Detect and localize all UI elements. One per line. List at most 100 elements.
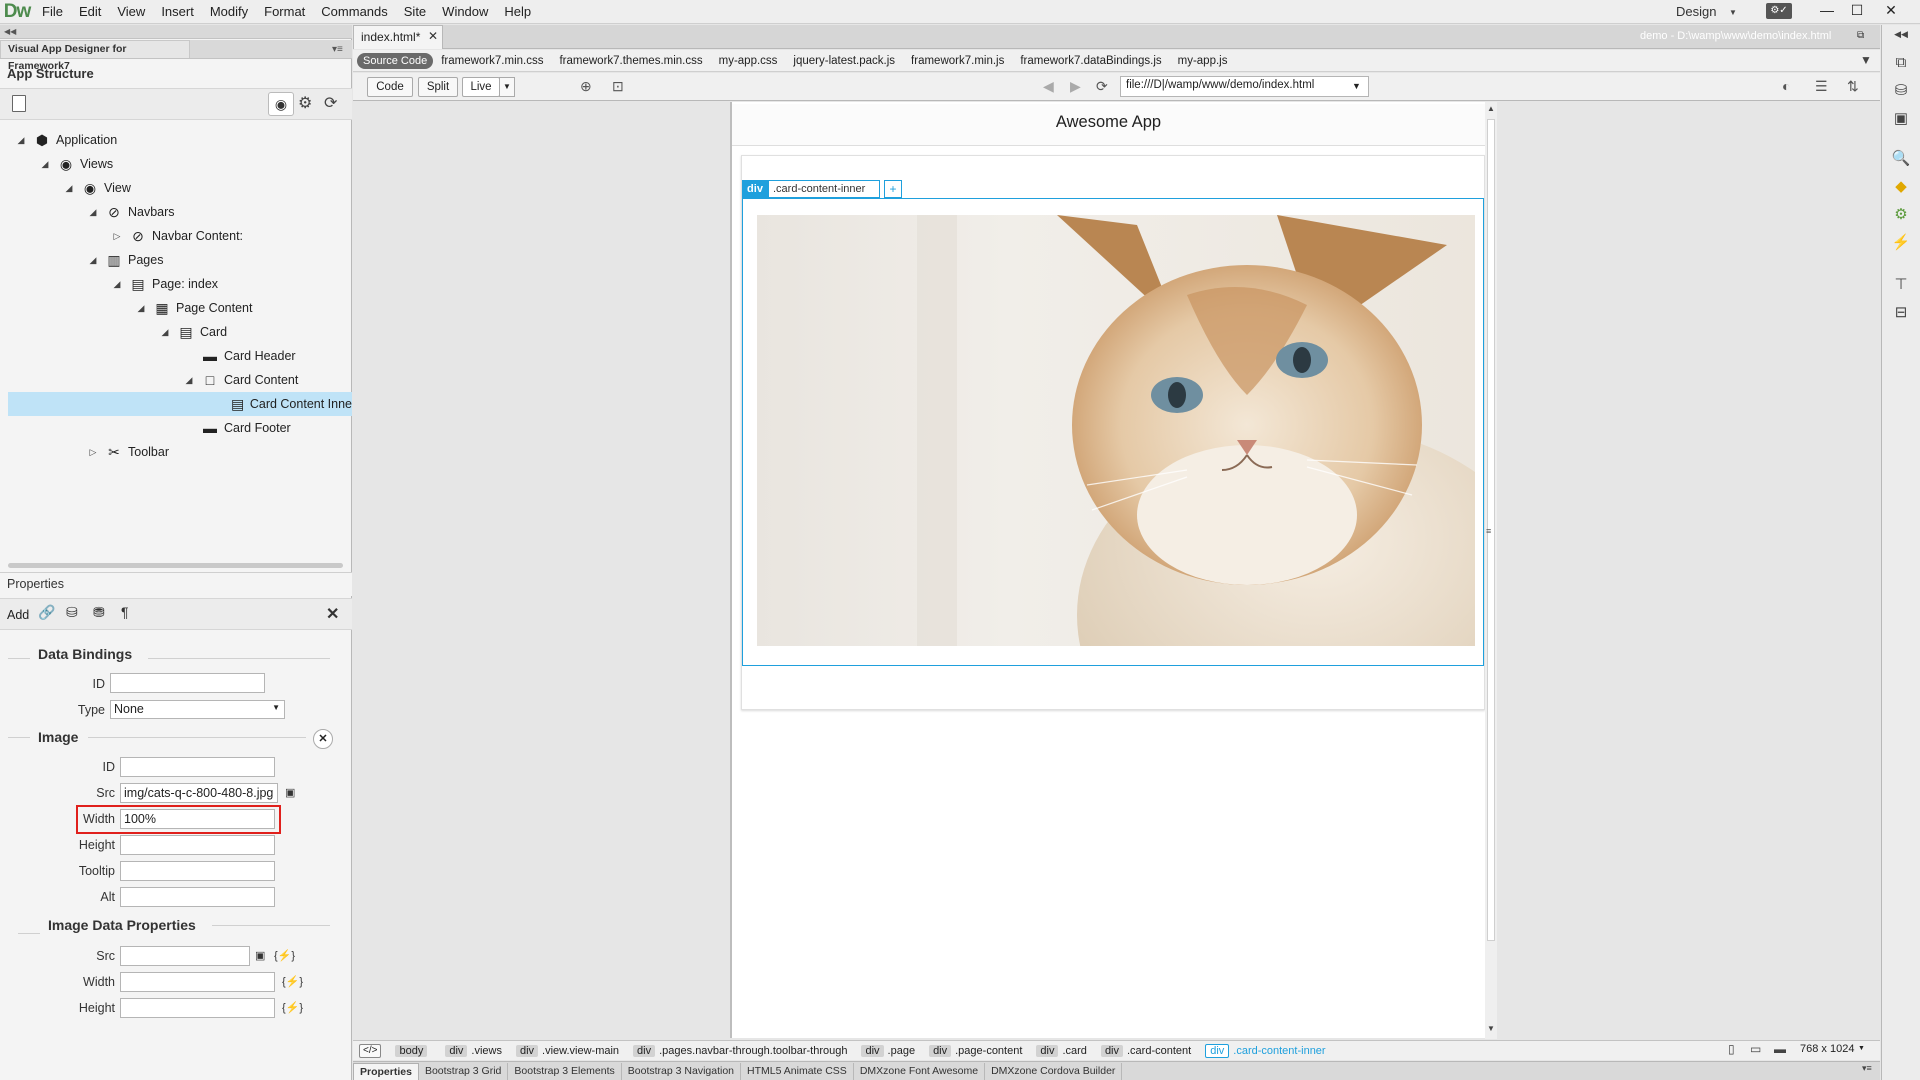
- tree-node-pages[interactable]: ◢ ▥ Pages: [0, 248, 352, 272]
- tree-node-card-content[interactable]: ◢ □ Card Content: [0, 368, 352, 392]
- resize-handle-icon[interactable]: ≡: [1486, 526, 1491, 536]
- close-window-icon[interactable]: ✕: [1878, 0, 1904, 22]
- binding-out-icon[interactable]: ⛃: [93, 604, 105, 621]
- img-alt-input[interactable]: [120, 887, 275, 907]
- lightning-icon[interactable]: ⚡: [1890, 232, 1912, 254]
- tree-node-page-content[interactable]: ◢ ▦ Page Content: [0, 296, 352, 320]
- collapse-triangle-icon[interactable]: ◢: [14, 135, 28, 146]
- tree-node-card-header[interactable]: ▬ Card Header: [0, 344, 352, 368]
- tag-crumb[interactable]: div .page-content: [929, 1044, 1022, 1057]
- collapse-triangle-icon[interactable]: ◢: [110, 279, 124, 290]
- tree-node-views[interactable]: ◢ ◉ Views: [0, 152, 352, 176]
- tag-crumb[interactable]: div .views: [445, 1044, 502, 1057]
- menu-file[interactable]: File: [34, 0, 71, 24]
- menu-modify[interactable]: Modify: [202, 0, 256, 24]
- menu-format[interactable]: Format: [256, 0, 313, 24]
- menu-insert[interactable]: Insert: [153, 0, 202, 24]
- split-view-button[interactable]: Split: [418, 77, 458, 97]
- code-tag-button[interactable]: </>: [359, 1043, 382, 1058]
- db-type-select[interactable]: None ▼: [110, 700, 285, 719]
- panel-collapse-bar[interactable]: ◀◀: [0, 25, 352, 39]
- img-width-input[interactable]: [120, 809, 275, 829]
- menu-edit[interactable]: Edit: [71, 0, 109, 24]
- code-hints-icon[interactable]: ⊟: [1890, 302, 1912, 324]
- refresh-icon[interactable]: ⟳: [1096, 78, 1108, 95]
- assets-icon[interactable]: ▣: [1890, 108, 1912, 130]
- tab-cordova-builder[interactable]: DMXzone Cordova Builder: [985, 1063, 1123, 1080]
- selection-class-label[interactable]: .card-content-inner: [768, 180, 880, 198]
- related-file[interactable]: framework7.min.js: [911, 55, 1004, 67]
- scroll-down-icon[interactable]: ▼: [1487, 1024, 1495, 1033]
- link-icon[interactable]: 🔗: [38, 604, 55, 621]
- code-view-button[interactable]: Code: [367, 77, 413, 97]
- collapse-triangle-icon[interactable]: ◢: [158, 327, 172, 338]
- collapse-triangle-icon[interactable]: ◢: [38, 159, 52, 170]
- search-icon[interactable]: 🔍: [1890, 148, 1912, 170]
- file-management-icon[interactable]: ☰: [1815, 78, 1828, 95]
- menu-site[interactable]: Site: [396, 0, 434, 24]
- image-browse-icon[interactable]: ▣: [255, 949, 265, 962]
- restore-document-icon[interactable]: ⧉: [1857, 30, 1864, 41]
- back-arrow-icon[interactable]: ◀: [1043, 78, 1054, 95]
- code-navigator-icon[interactable]: ⊡: [612, 78, 624, 95]
- chevron-down-icon[interactable]: ▼: [499, 77, 515, 97]
- gear-icon[interactable]: ⚙: [298, 93, 312, 113]
- upload-icon[interactable]: ⇅: [1847, 78, 1859, 95]
- sync-settings-icon[interactable]: ⚙✓: [1766, 3, 1792, 19]
- viewport-size-select[interactable]: 768 x 1024: [1800, 1043, 1854, 1055]
- tree-node-toolbar[interactable]: ▷ ✂ Toolbar: [0, 440, 352, 464]
- menu-commands[interactable]: Commands: [313, 0, 395, 24]
- related-file[interactable]: framework7.min.css: [441, 55, 543, 67]
- tree-node-view[interactable]: ◢ ◉ View: [0, 176, 352, 200]
- collapse-triangle-icon[interactable]: ◢: [86, 255, 100, 266]
- chevron-down-icon[interactable]: ▼: [1858, 1045, 1865, 1052]
- img-id-input[interactable]: [120, 757, 275, 777]
- tree-node-card-footer[interactable]: ▬ Card Footer: [0, 416, 352, 440]
- img-height-input[interactable]: [120, 835, 275, 855]
- panel-menu-icon[interactable]: ▾≡: [1862, 1063, 1872, 1074]
- desktop-size-icon[interactable]: ▬: [1774, 1042, 1786, 1056]
- behaviors-icon[interactable]: ⚙: [1890, 204, 1912, 226]
- chevron-down-icon[interactable]: ▼: [1352, 81, 1361, 91]
- address-bar[interactable]: file:///D|/wamp/www/demo/index.html: [1120, 76, 1369, 97]
- tree-node-navbars[interactable]: ◢ ⊘ Navbars: [0, 200, 352, 224]
- scroll-up-icon[interactable]: ▲: [1487, 104, 1495, 113]
- close-icon[interactable]: ✕: [326, 604, 339, 624]
- imgdata-width-input[interactable]: [120, 972, 275, 992]
- tab-bootstrap-grid[interactable]: Bootstrap 3 Grid: [419, 1063, 509, 1080]
- collapse-triangle-icon[interactable]: ◢: [182, 375, 196, 386]
- tab-font-awesome[interactable]: DMXzone Font Awesome: [854, 1063, 986, 1080]
- dynamic-binding-icon[interactable]: {⚡}: [282, 1001, 303, 1014]
- image-browse-icon[interactable]: ▣: [285, 786, 295, 799]
- maximize-icon[interactable]: ☐: [1844, 0, 1870, 22]
- tab-html5-animate-css[interactable]: HTML5 Animate CSS: [741, 1063, 854, 1080]
- tree-node-page-index[interactable]: ◢ ▤ Page: index: [0, 272, 352, 296]
- expand-triangle-icon[interactable]: ▷: [110, 231, 124, 242]
- workspace-switcher[interactable]: Design: [1676, 0, 1716, 24]
- paragraph-icon[interactable]: ¶: [121, 604, 129, 620]
- imgdata-src-input[interactable]: [120, 946, 250, 966]
- dynamic-binding-icon[interactable]: {⚡}: [274, 949, 295, 962]
- tree-node-application[interactable]: ◢ ⬢ Application: [0, 128, 352, 152]
- related-file[interactable]: my-app.css: [719, 55, 778, 67]
- dynamic-binding-icon[interactable]: {⚡}: [282, 975, 303, 988]
- related-file[interactable]: jquery-latest.pack.js: [793, 55, 895, 67]
- tab-bootstrap-elements[interactable]: Bootstrap 3 Elements: [508, 1063, 622, 1080]
- tab-bootstrap-navigation[interactable]: Bootstrap 3 Navigation: [622, 1063, 742, 1080]
- refresh-icon[interactable]: ⟳: [324, 93, 337, 113]
- related-file[interactable]: framework7.themes.min.css: [559, 55, 702, 67]
- collapse-triangle-icon[interactable]: ◢: [62, 183, 76, 194]
- remove-image-icon[interactable]: ✕: [313, 729, 333, 749]
- tag-crumb[interactable]: div .view.view-main: [515, 1044, 619, 1057]
- minimize-icon[interactable]: —: [1814, 0, 1840, 22]
- binding-in-icon[interactable]: ⛁: [66, 604, 78, 621]
- forward-arrow-icon[interactable]: ▶: [1070, 78, 1081, 95]
- imgdata-height-input[interactable]: [120, 998, 275, 1018]
- expand-panels-icon[interactable]: ◀◀: [1890, 28, 1912, 40]
- mobile-size-icon[interactable]: ▯: [1728, 1042, 1735, 1056]
- tag-crumb[interactable]: div .card-content: [1100, 1044, 1191, 1057]
- tree-node-navbar-content[interactable]: ▷ ⊘ Navbar Content:: [0, 224, 352, 248]
- sitemap-icon[interactable]: ⊤: [1890, 274, 1912, 296]
- source-code-button[interactable]: Source Code: [357, 52, 434, 69]
- preview-browser-icon[interactable]: ◐: [1782, 78, 1790, 94]
